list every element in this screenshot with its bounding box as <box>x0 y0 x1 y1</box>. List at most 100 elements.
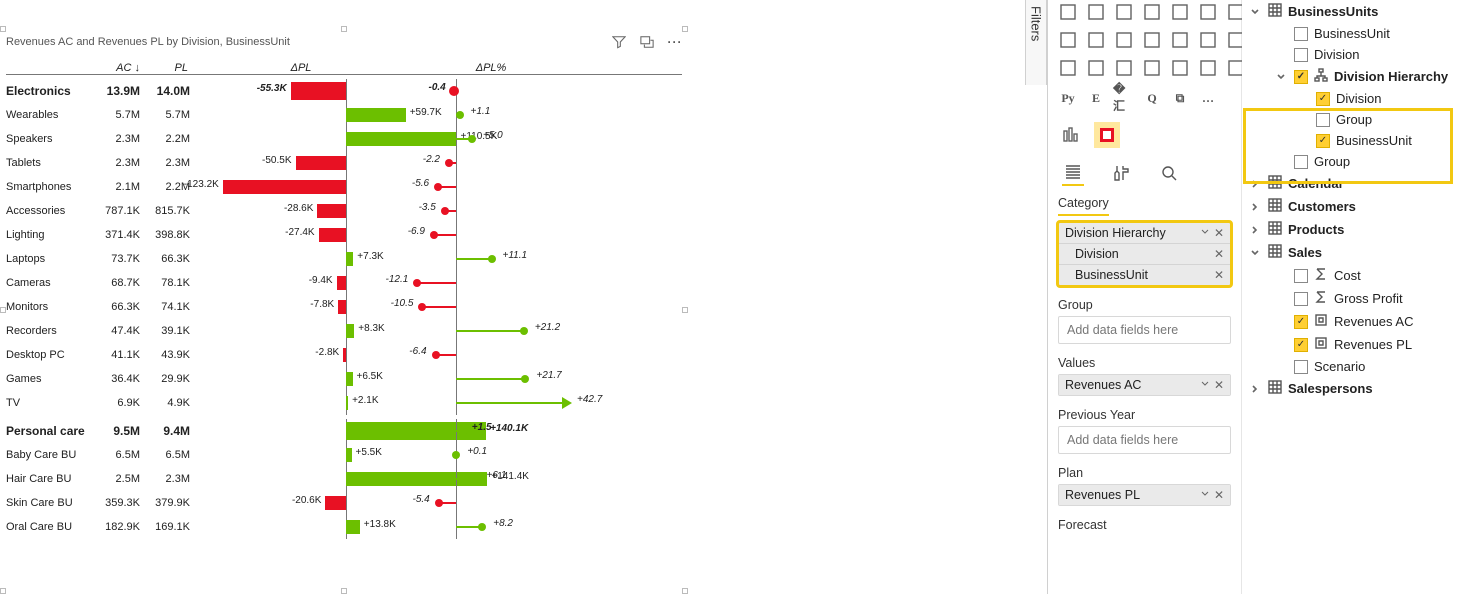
data-row[interactable]: Recorders47.4K39.1K+8.3K+21.2 <box>6 319 682 343</box>
viz-paginated-visual-icon[interactable]: ⧉ <box>1168 86 1192 110</box>
viz-stacked-column-icon[interactable] <box>1112 0 1136 24</box>
field-division[interactable]: Division <box>1248 88 1451 109</box>
field-group[interactable]: Group <box>1248 109 1451 130</box>
data-row[interactable]: Oral Care BU182.9K169.1K+13.8K+8.2 <box>6 515 682 539</box>
viz-clustered-bar-icon[interactable] <box>1084 0 1108 24</box>
col-header-pl[interactable]: PL <box>146 62 196 74</box>
data-row[interactable]: Smartphones2.1M2.2M-123.2K-5.6 <box>6 175 682 199</box>
pill-businessunit[interactable]: BusinessUnit ✕ <box>1059 265 1230 285</box>
checkbox[interactable] <box>1294 292 1308 306</box>
data-row[interactable]: Hair Care BU2.5M2.3M+141.4K+6.1 <box>6 467 682 491</box>
remove-icon[interactable]: ✕ <box>1210 268 1224 282</box>
well-prevyear[interactable]: Add data fields here <box>1058 426 1231 454</box>
well-group[interactable]: Add data fields here <box>1058 316 1231 344</box>
viz-area-icon[interactable] <box>1168 0 1192 24</box>
viz-e-visual-icon[interactable]: E <box>1084 86 1108 110</box>
fields-tab-icon[interactable] <box>1062 160 1084 186</box>
field-businessunit[interactable]: BusinessUnit <box>1248 130 1451 151</box>
remove-icon[interactable]: ✕ <box>1210 378 1224 392</box>
data-row[interactable]: Skin Care BU359.3K379.9K-20.6K-5.4 <box>6 491 682 515</box>
checkbox[interactable] <box>1316 92 1330 106</box>
data-row[interactable]: Games36.4K29.9K+6.5K+21.7 <box>6 367 682 391</box>
pill-division-hierarchy[interactable]: Division Hierarchy ✕ <box>1059 223 1230 244</box>
data-row[interactable]: Tablets2.3M2.3M-50.5K-2.2 <box>6 151 682 175</box>
viz-arcgis-icon[interactable] <box>1140 28 1164 52</box>
data-row[interactable]: Laptops73.7K66.3K+7.3K+11.1 <box>6 247 682 271</box>
viz-get-more-visuals-icon[interactable]: … <box>1196 86 1220 110</box>
viz-python-visual-icon[interactable]: Py <box>1056 86 1080 110</box>
checkbox[interactable] <box>1294 155 1308 169</box>
remove-icon[interactable]: ✕ <box>1210 226 1224 240</box>
data-row[interactable]: Desktop PC41.1K43.9K-2.8K-6.4 <box>6 343 682 367</box>
col-header-ac[interactable]: AC ↓ <box>96 62 146 74</box>
viz-r-visual-icon[interactable] <box>1140 56 1164 80</box>
field-table-businessunits[interactable]: BusinessUnits <box>1248 0 1451 23</box>
checkbox[interactable] <box>1294 70 1308 84</box>
analytics-tab-icon[interactable] <box>1158 160 1180 186</box>
field-businessunit[interactable]: BusinessUnit <box>1248 23 1451 44</box>
viz-map-icon[interactable] <box>1056 28 1080 52</box>
field-table-salespersons[interactable]: Salespersons <box>1248 377 1451 400</box>
checkbox[interactable] <box>1294 48 1308 62</box>
viz-flow-visual-icon[interactable]: �汇 <box>1112 86 1136 110</box>
custom-visual-1-icon[interactable] <box>1058 122 1084 148</box>
remove-icon[interactable]: ✕ <box>1210 247 1224 261</box>
data-row[interactable]: Speakers2.3M2.2M+110.5K+5.0 <box>6 127 682 151</box>
field-table-calendar[interactable]: Calendar <box>1248 172 1451 195</box>
data-row[interactable]: Accessories787.1K815.7K-28.6K-3.5 <box>6 199 682 223</box>
focus-mode-icon[interactable] <box>640 35 654 49</box>
field-scenario[interactable]: Scenario <box>1248 356 1451 377</box>
data-row[interactable]: Lighting371.4K398.8K-27.4K-6.9 <box>6 223 682 247</box>
viz-key-influencers-icon[interactable] <box>1196 56 1220 80</box>
viz-filled-map-icon[interactable] <box>1084 28 1108 52</box>
viz-ribbon-icon[interactable] <box>1196 0 1220 24</box>
viz-line-icon[interactable] <box>1140 0 1164 24</box>
viz-python-icon[interactable] <box>1168 56 1192 80</box>
group-total-row[interactable]: Electronics13.9M14.0M-55.3K-0.4 <box>6 79 682 103</box>
viz-multi-row-icon[interactable] <box>1112 56 1136 80</box>
data-row[interactable]: Baby Care BU6.5M6.5M+5.5K+0.1 <box>6 443 682 467</box>
data-row[interactable]: Monitors66.3K74.1K-7.8K-10.5 <box>6 295 682 319</box>
checkbox[interactable] <box>1294 269 1308 283</box>
field-revenues-ac[interactable]: Revenues AC <box>1248 310 1451 333</box>
custom-visual-2-icon[interactable] <box>1094 122 1120 148</box>
field-division-hierarchy[interactable]: Division Hierarchy <box>1248 65 1451 88</box>
checkbox[interactable] <box>1316 134 1330 148</box>
remove-icon[interactable]: ✕ <box>1210 488 1224 502</box>
field-cost[interactable]: Cost <box>1248 264 1451 287</box>
chart-visual[interactable]: Revenues AC and Revenues PL by Division,… <box>6 32 682 588</box>
well-plan[interactable]: Revenues PL ✕ <box>1058 484 1231 506</box>
data-row[interactable]: TV6.9K4.9K+2.1K+42.7 <box>6 391 682 415</box>
viz-gauge-icon[interactable] <box>1168 28 1192 52</box>
more-options-icon[interactable]: ··· <box>668 35 682 49</box>
pill-revenues-ac[interactable]: Revenues AC ✕ <box>1059 375 1230 395</box>
viz-card-icon[interactable] <box>1196 28 1220 52</box>
viz-table-icon[interactable] <box>1056 56 1080 80</box>
pill-revenues-pl[interactable]: Revenues PL ✕ <box>1059 485 1230 505</box>
viz-shape-map-icon[interactable] <box>1112 28 1136 52</box>
checkbox[interactable] <box>1294 27 1308 41</box>
checkbox[interactable] <box>1294 338 1308 352</box>
filters-pane-collapsed[interactable]: Filters <box>1025 0 1047 85</box>
checkbox[interactable] <box>1294 360 1308 374</box>
well-category[interactable]: Division Hierarchy ✕ Division ✕ Business… <box>1058 222 1231 286</box>
checkbox[interactable] <box>1316 113 1330 127</box>
viz-stacked-bar-icon[interactable] <box>1056 0 1080 24</box>
field-revenues-pl[interactable]: Revenues PL <box>1248 333 1451 356</box>
field-table-customers[interactable]: Customers <box>1248 195 1451 218</box>
filter-icon[interactable] <box>612 35 626 49</box>
field-table-sales[interactable]: Sales <box>1248 241 1451 264</box>
field-gross-profit[interactable]: Gross Profit <box>1248 287 1451 310</box>
viz-matrix-icon[interactable] <box>1084 56 1108 80</box>
field-table-products[interactable]: Products <box>1248 218 1451 241</box>
well-values[interactable]: Revenues AC ✕ <box>1058 374 1231 396</box>
data-row[interactable]: Wearables5.7M5.7M+59.7K+1.1 <box>6 103 682 127</box>
field-division[interactable]: Division <box>1248 44 1451 65</box>
data-row[interactable]: Cameras68.7K78.1K-9.4K-12.1 <box>6 271 682 295</box>
group-total-row[interactable]: Personal care9.5M9.4M+140.1K+1.5 <box>6 419 682 443</box>
field-group[interactable]: Group <box>1248 151 1451 172</box>
format-tab-icon[interactable] <box>1110 160 1132 186</box>
checkbox[interactable] <box>1294 315 1308 329</box>
pill-division[interactable]: Division ✕ <box>1059 244 1230 265</box>
viz-qna-visual-icon[interactable]: Q <box>1140 86 1164 110</box>
